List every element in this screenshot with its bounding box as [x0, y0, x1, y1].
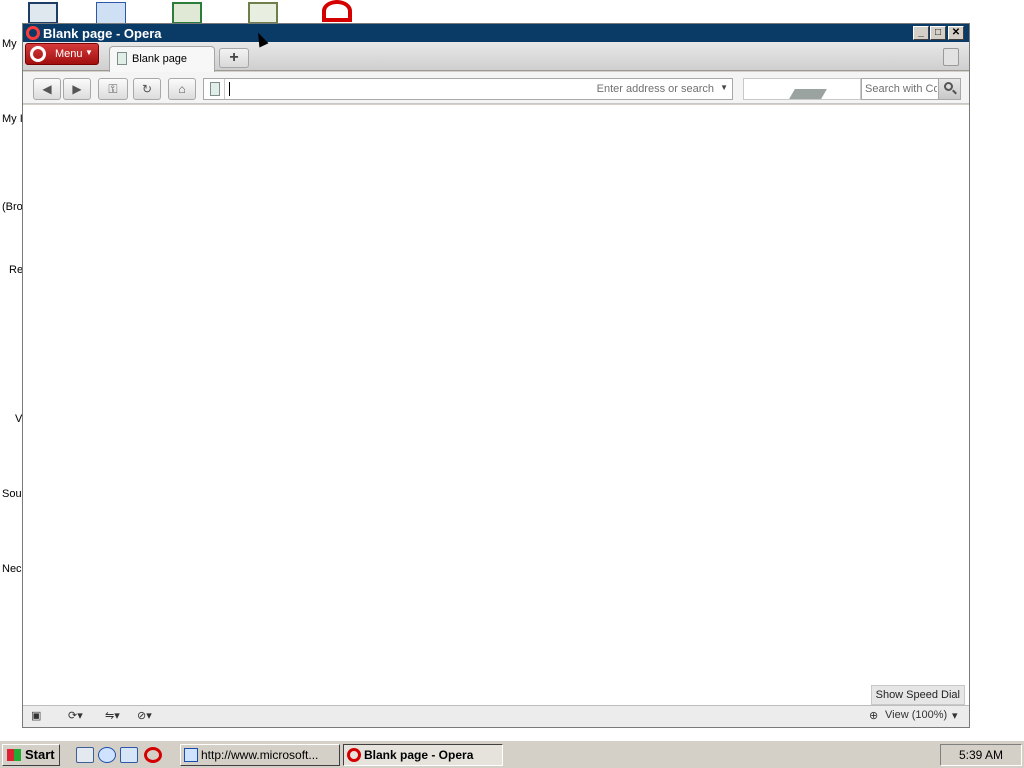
- panel-toggle-icon[interactable]: ▣: [31, 709, 41, 722]
- toolbar-banner: [743, 78, 861, 100]
- network-icon[interactable]: [96, 2, 126, 24]
- start-label: Start: [25, 747, 55, 762]
- desktop-label[interactable]: Nec: [2, 563, 22, 575]
- home-button[interactable]: ⌂: [168, 78, 196, 100]
- opera-logo-icon: [26, 26, 40, 40]
- opera-quicklaunch-icon[interactable]: [144, 747, 162, 763]
- internet-explorer-icon[interactable]: [98, 747, 116, 763]
- reload-button[interactable]: ↻: [133, 78, 161, 100]
- divider: [224, 79, 225, 99]
- arrow-right-icon: ▶: [72, 82, 82, 96]
- dropdown-arrow-icon[interactable]: ▼: [720, 83, 728, 92]
- search-placeholder: Search with Co: [865, 83, 937, 95]
- window-titlebar[interactable]: Blank page - Opera _ □ ✕: [23, 24, 969, 42]
- page-icon: [117, 52, 127, 65]
- desktop-label[interactable]: Sou: [2, 488, 22, 500]
- address-placeholder: Enter address or search: [596, 83, 714, 95]
- address-bar[interactable]: Enter address or search ▼: [203, 78, 733, 100]
- navigation-bar: ◀ ▶ ⚿ ↻ ⌂ Enter address or search ▼ Sear…: [23, 72, 969, 104]
- back-button[interactable]: ◀: [33, 78, 61, 100]
- monitor-icon[interactable]: [28, 2, 58, 24]
- chevron-down-icon: ▼: [85, 48, 93, 57]
- task-label: Blank page - Opera: [364, 748, 474, 762]
- show-desktop-icon[interactable]: [76, 747, 94, 763]
- zoom-label[interactable]: View (100%): [885, 709, 947, 721]
- key-icon: ⚿: [108, 82, 118, 96]
- taskbar-button-opera[interactable]: Blank page - Opera: [343, 744, 503, 766]
- search-button[interactable]: [938, 79, 960, 99]
- task-label: http://www.microsoft...: [201, 748, 319, 762]
- taskbar-button-ie[interactable]: http://www.microsoft...: [180, 744, 340, 766]
- desktop-label[interactable]: My: [2, 38, 22, 50]
- desktop-label[interactable]: (Bro: [2, 201, 22, 213]
- start-button[interactable]: Start: [2, 744, 60, 766]
- opera-menu-button[interactable]: Menu ▼: [25, 43, 99, 65]
- search-icon-handle: [952, 89, 957, 95]
- tab-bar: Menu ▼ Blank page +: [23, 42, 969, 72]
- banner-shape: [789, 89, 827, 99]
- excel-icon[interactable]: [172, 2, 202, 24]
- key-button[interactable]: ⚿: [98, 78, 128, 100]
- clock-app-icon[interactable]: [248, 2, 278, 24]
- text-cursor: [229, 82, 230, 96]
- reload-icon: ↻: [141, 82, 153, 96]
- sync-icon[interactable]: ⟳▾: [68, 709, 83, 722]
- unite-icon[interactable]: ⊘▾: [137, 709, 152, 722]
- opera-logo-icon: [347, 748, 361, 762]
- windows-logo-icon: [7, 749, 21, 761]
- system-tray-clock[interactable]: 5:39 AM: [940, 744, 1022, 766]
- new-tab-button[interactable]: +: [219, 48, 249, 68]
- opera-window: Blank page - Opera _ □ ✕ Menu ▼ Blank pa…: [22, 23, 970, 728]
- arrow-left-icon: ◀: [42, 82, 52, 96]
- maximize-button[interactable]: □: [930, 26, 946, 40]
- desktop-label[interactable]: My I: [2, 113, 22, 125]
- trash-icon[interactable]: [943, 48, 959, 66]
- search-field[interactable]: Search with Co: [861, 78, 961, 100]
- page-content[interactable]: Show Speed Dial: [23, 105, 969, 705]
- turbo-icon[interactable]: ⇋▾: [105, 709, 120, 722]
- menu-label: Menu: [55, 48, 83, 60]
- taskbar: Start http://www.microsoft... Blank page…: [0, 740, 1024, 768]
- opera-logo-icon: [30, 46, 46, 62]
- close-button[interactable]: ✕: [948, 26, 964, 40]
- window-title: Blank page - Opera: [43, 26, 162, 41]
- internet-explorer-icon: [184, 748, 198, 762]
- page-icon: [210, 82, 220, 96]
- forward-button[interactable]: ▶: [63, 78, 91, 100]
- tab-title: Blank page: [132, 53, 188, 65]
- show-speed-dial-button[interactable]: Show Speed Dial: [870, 685, 965, 705]
- opera-desktop-icon[interactable]: [322, 0, 352, 22]
- chevron-down-icon[interactable]: ▾: [952, 709, 958, 722]
- home-icon: ⌂: [178, 82, 186, 96]
- tab-blank-page[interactable]: Blank page: [109, 46, 215, 72]
- zoom-icon[interactable]: ⊕: [869, 709, 878, 722]
- minimize-button[interactable]: _: [913, 26, 929, 40]
- status-bar: ▣ ⟳▾ ⇋▾ ⊘▾ ⊕ View (100%) ▾: [23, 705, 969, 727]
- network-icon[interactable]: [120, 747, 138, 763]
